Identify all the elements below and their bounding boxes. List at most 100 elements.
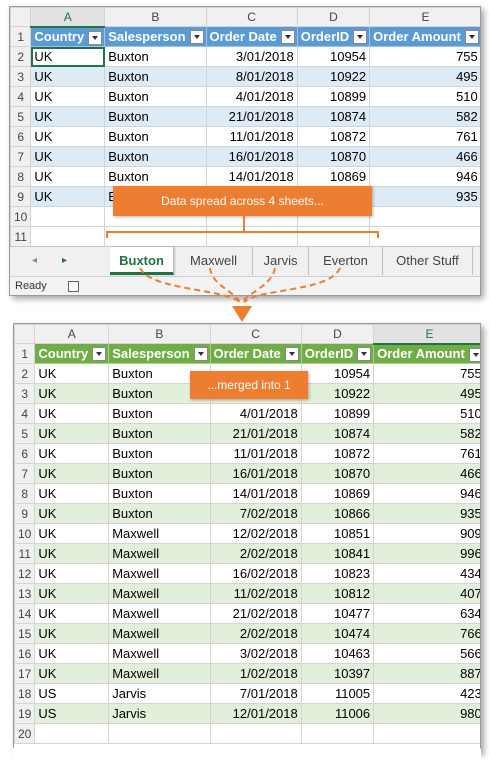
- table-cell[interactable]: 8/01/2018: [205, 66, 298, 87]
- table-cell[interactable]: Jarvis: [108, 683, 211, 704]
- filter-dropdown-icon[interactable]: [357, 347, 372, 361]
- table-cell[interactable]: 21/01/2018: [209, 423, 302, 444]
- row-header[interactable]: 18: [14, 683, 36, 704]
- table-cell[interactable]: [205, 226, 298, 247]
- table-cell[interactable]: 766: [373, 623, 480, 644]
- table-cell[interactable]: 946: [373, 483, 480, 504]
- table-cell[interactable]: Buxton: [108, 503, 211, 524]
- row-header[interactable]: 1: [10, 26, 32, 47]
- tab-scroll-right-icon[interactable]: ▸: [62, 255, 67, 266]
- table-cell[interactable]: Buxton: [108, 483, 211, 504]
- table-cell[interactable]: 10899: [296, 86, 371, 107]
- table-cell[interactable]: Buxton: [108, 463, 211, 484]
- row-header[interactable]: 4: [14, 403, 36, 424]
- filter-dropdown-icon[interactable]: [353, 30, 368, 44]
- table-cell[interactable]: UK: [34, 383, 110, 404]
- tab-other-stuff[interactable]: Other Stuff: [383, 247, 473, 275]
- filter-dropdown-icon[interactable]: [193, 347, 208, 361]
- row-header[interactable]: 17: [14, 663, 36, 684]
- table-cell[interactable]: 582: [373, 423, 480, 444]
- table-cell[interactable]: UK: [34, 503, 110, 524]
- column-header-e[interactable]: E: [373, 324, 480, 345]
- table-cell[interactable]: 761: [369, 126, 480, 147]
- table-cell[interactable]: 11/01/2018: [209, 443, 302, 464]
- table-cell[interactable]: [209, 723, 302, 744]
- table-cell[interactable]: 935: [373, 503, 480, 524]
- table-cell[interactable]: UK: [34, 563, 110, 584]
- table-cell[interactable]: 21/01/2018: [205, 106, 298, 127]
- table-cell[interactable]: 634: [373, 603, 480, 624]
- table-cell[interactable]: 495: [369, 66, 480, 87]
- row-header[interactable]: 15: [14, 623, 36, 644]
- row-header[interactable]: 1: [14, 343, 36, 364]
- table-cell[interactable]: 10869: [300, 483, 375, 504]
- row-header[interactable]: 8: [10, 166, 32, 187]
- filter-dropdown-icon[interactable]: [280, 30, 295, 44]
- table-cell[interactable]: 407: [373, 583, 480, 604]
- table-cell[interactable]: UK: [34, 423, 110, 444]
- table-cell[interactable]: 887: [373, 663, 480, 684]
- table-cell[interactable]: 16/01/2018: [209, 463, 302, 484]
- table-cell[interactable]: Buxton: [104, 106, 207, 127]
- table-cell[interactable]: Buxton: [104, 126, 207, 147]
- table-cell[interactable]: 582: [369, 106, 480, 127]
- table-cell[interactable]: 466: [369, 146, 480, 167]
- table-cell[interactable]: Maxwell: [108, 583, 211, 604]
- table-cell[interactable]: 566: [373, 643, 480, 664]
- header-cell-order-amount[interactable]: Order Amount: [369, 26, 480, 47]
- column-header-c[interactable]: C: [205, 7, 298, 27]
- table-cell[interactable]: US: [34, 683, 110, 704]
- table-cell[interactable]: 4/01/2018: [209, 403, 302, 424]
- column-header-d[interactable]: D: [300, 324, 375, 344]
- row-header[interactable]: 10: [10, 206, 32, 227]
- table-cell[interactable]: 11005: [300, 683, 375, 704]
- tab-buxton[interactable]: Buxton: [110, 247, 174, 275]
- table-cell[interactable]: 21/02/2018: [209, 603, 302, 624]
- table-cell[interactable]: UK: [30, 166, 106, 187]
- table-cell[interactable]: 10874: [300, 423, 375, 444]
- column-header-b[interactable]: B: [104, 7, 207, 27]
- table-cell[interactable]: [369, 206, 480, 227]
- row-header[interactable]: 3: [14, 383, 36, 404]
- table-cell[interactable]: 2/02/2018: [209, 623, 302, 644]
- table-cell[interactable]: 7/01/2018: [209, 683, 302, 704]
- table-cell[interactable]: 14/01/2018: [205, 166, 298, 187]
- table-cell[interactable]: 10870: [296, 146, 371, 167]
- table-cell[interactable]: 980: [373, 703, 480, 724]
- table-cell[interactable]: Maxwell: [108, 663, 211, 684]
- header-cell-order-id[interactable]: OrderID: [300, 343, 375, 364]
- row-header[interactable]: 19: [14, 703, 36, 724]
- column-header-a[interactable]: A: [30, 7, 106, 28]
- row-header[interactable]: 2: [14, 363, 36, 384]
- table-cell[interactable]: 10954: [296, 46, 371, 67]
- table-cell[interactable]: UK: [30, 146, 106, 167]
- table-cell[interactable]: 1/02/2018: [209, 663, 302, 684]
- table-cell[interactable]: UK: [30, 186, 106, 207]
- row-header[interactable]: 9: [14, 503, 36, 524]
- table-cell[interactable]: UK: [34, 543, 110, 564]
- header-cell-order-date[interactable]: Order Date: [209, 343, 302, 364]
- row-header[interactable]: 10: [14, 523, 36, 544]
- table-cell[interactable]: [296, 226, 371, 247]
- table-cell[interactable]: 495: [373, 383, 480, 404]
- table-cell[interactable]: Buxton: [104, 166, 207, 187]
- table-cell[interactable]: Buxton: [108, 443, 211, 464]
- select-all-corner[interactable]: [10, 7, 32, 27]
- table-cell[interactable]: 909: [373, 523, 480, 544]
- table-cell[interactable]: UK: [34, 403, 110, 424]
- row-header[interactable]: 11: [10, 226, 32, 247]
- table-cell[interactable]: Maxwell: [108, 563, 211, 584]
- table-cell[interactable]: UK: [34, 643, 110, 664]
- table-cell[interactable]: 12/02/2018: [209, 523, 302, 544]
- table-cell[interactable]: 10922: [296, 66, 371, 87]
- table-cell[interactable]: Maxwell: [108, 523, 211, 544]
- table-cell[interactable]: 10866: [300, 503, 375, 524]
- table-cell[interactable]: 2/02/2018: [209, 543, 302, 564]
- header-cell-order-amount[interactable]: Order Amount: [373, 343, 480, 364]
- table-cell[interactable]: UK: [34, 523, 110, 544]
- filter-dropdown-icon[interactable]: [92, 347, 107, 361]
- table-cell[interactable]: 10954: [300, 363, 375, 384]
- table-cell[interactable]: 755: [373, 363, 480, 384]
- table-cell[interactable]: 935: [369, 186, 480, 207]
- row-header[interactable]: 14: [14, 603, 36, 624]
